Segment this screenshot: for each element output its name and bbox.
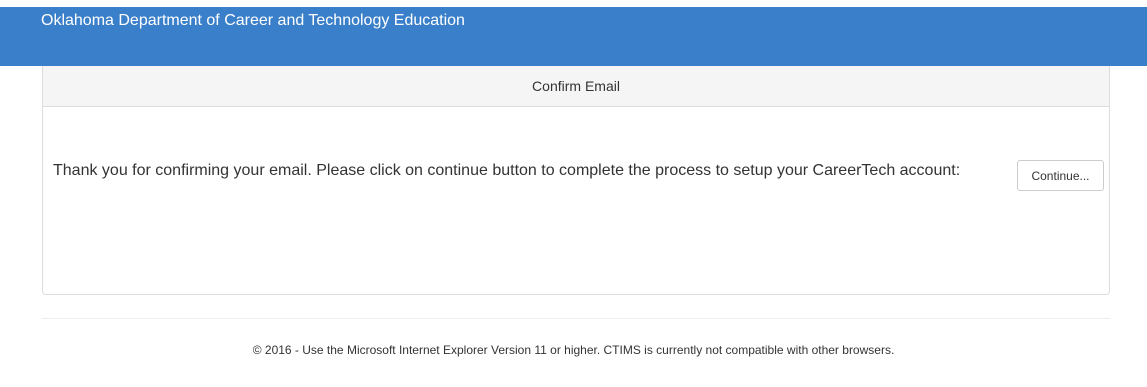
confirmation-message: Thank you for confirming your email. Ple… <box>53 162 961 179</box>
site-title: Oklahoma Department of Career and Techno… <box>41 12 465 29</box>
panel-heading-title: Confirm Email <box>532 78 620 94</box>
confirmation-message-row: Thank you for confirming your email. Ple… <box>53 161 960 181</box>
confirm-email-panel: Confirm Email Thank you for confirming y… <box>42 66 1110 295</box>
footer-notice: © 2016 - Use the Microsoft Internet Expl… <box>252 343 895 357</box>
site-header: Oklahoma Department of Career and Techno… <box>0 7 1147 66</box>
top-strip <box>0 0 1147 7</box>
continue-button[interactable]: Continue... <box>1017 160 1104 191</box>
panel-heading: Confirm Email <box>43 66 1109 107</box>
footer-divider <box>42 318 1110 319</box>
